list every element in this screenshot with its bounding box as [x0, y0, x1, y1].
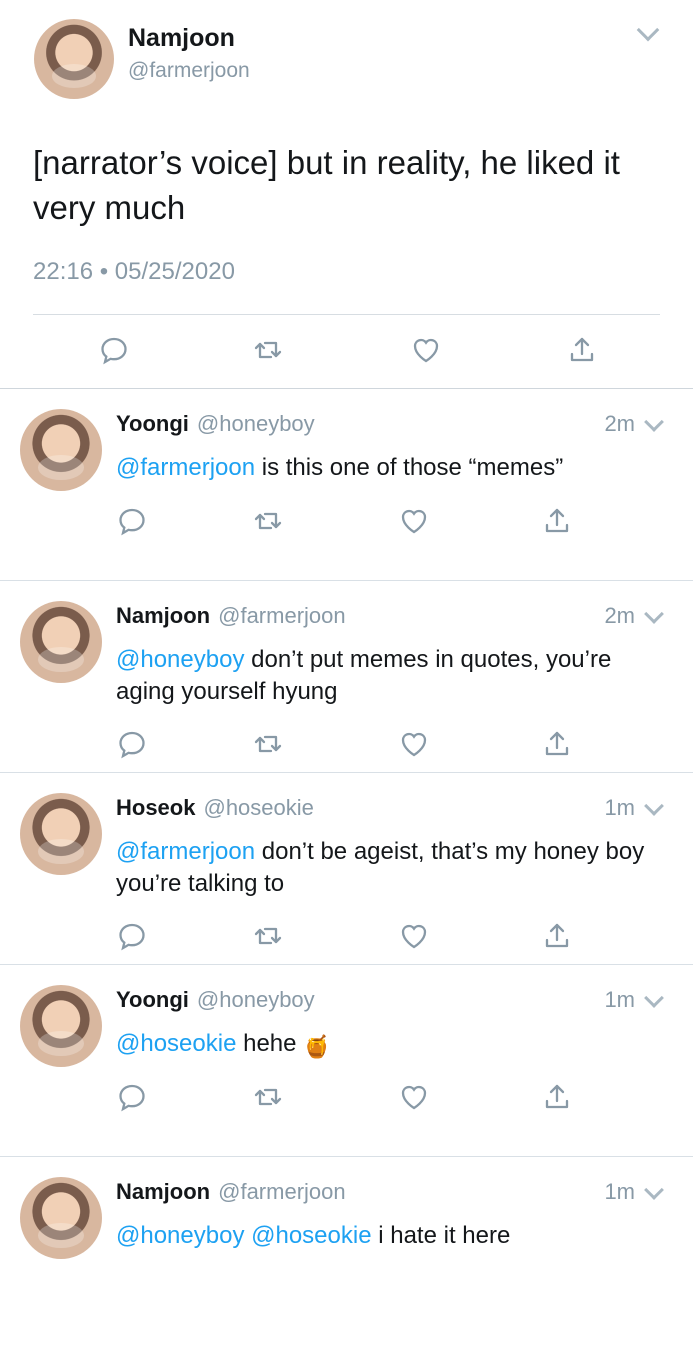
- author-handle[interactable]: @farmerjoon: [128, 59, 250, 83]
- retweet-icon[interactable]: [252, 1081, 284, 1113]
- reply-tweet: Namjoon @farmerjoon 2m @honeyboy don’t pu…: [0, 581, 693, 773]
- author-handle[interactable]: @farmerjoon: [218, 1179, 346, 1204]
- author-name[interactable]: Namjoon: [128, 24, 235, 53]
- reply-header: Yoongi @honeyboy: [116, 411, 315, 437]
- author-handle[interactable]: @honeyboy: [197, 411, 315, 436]
- author-handle[interactable]: @hoseokie: [203, 795, 313, 820]
- reply-icon[interactable]: [98, 334, 130, 366]
- share-icon[interactable]: [541, 728, 573, 760]
- reply-body: is this one of those “memes”: [255, 454, 564, 481]
- mention-link[interactable]: @honeyboy: [116, 1222, 244, 1249]
- avatar[interactable]: [20, 985, 102, 1067]
- author-name[interactable]: Hoseok: [116, 795, 195, 820]
- avatar[interactable]: [34, 19, 114, 99]
- reply-header: Hoseok @hoseokie: [116, 795, 314, 821]
- like-icon[interactable]: [398, 920, 430, 952]
- reply-text: @honeyboy @hoseokie i hate it here: [116, 1220, 676, 1252]
- main-tweet: Namjoon @farmerjoon [narrator’s voice] b…: [0, 0, 693, 389]
- tweet-text: [narrator’s voice] but in reality, he li…: [33, 144, 620, 226]
- chevron-down-icon[interactable]: [644, 1180, 664, 1200]
- like-icon[interactable]: [398, 505, 430, 537]
- avatar[interactable]: [20, 409, 102, 491]
- author-name[interactable]: Namjoon: [116, 1179, 210, 1204]
- mention-link[interactable]: @honeyboy: [116, 646, 244, 673]
- reply-time: 2m: [604, 603, 635, 628]
- reply-icon[interactable]: [116, 920, 148, 952]
- retweet-icon[interactable]: [252, 920, 284, 952]
- reply-tweet: Yoongi @honeyboy 2m @farmerjoon is this o…: [0, 389, 693, 581]
- tweet-timestamp: 22:16 • 05/25/2020: [33, 258, 235, 285]
- like-icon[interactable]: [398, 1081, 430, 1113]
- author-name[interactable]: Yoongi: [116, 411, 189, 436]
- share-icon[interactable]: [541, 1081, 573, 1113]
- honey-pot-icon: 🍯: [303, 1034, 331, 1059]
- tweet-actions: [0, 920, 693, 954]
- reply-time: 1m: [604, 1179, 635, 1204]
- author-name[interactable]: Yoongi: [116, 987, 189, 1012]
- tweet-actions: [0, 334, 693, 368]
- tweet-actions: [0, 1081, 693, 1115]
- reply-icon[interactable]: [116, 1081, 148, 1113]
- mention-link[interactable]: @hoseokie: [251, 1222, 371, 1249]
- mention-link[interactable]: @hoseokie: [116, 1030, 236, 1057]
- author-name[interactable]: Namjoon: [116, 603, 210, 628]
- avatar[interactable]: [20, 1177, 102, 1259]
- chevron-down-icon[interactable]: [636, 18, 660, 42]
- share-icon[interactable]: [566, 334, 598, 366]
- share-icon[interactable]: [541, 505, 573, 537]
- reply-header: Namjoon @farmerjoon: [116, 1179, 346, 1205]
- reply-icon[interactable]: [116, 505, 148, 537]
- mention-link[interactable]: @farmerjoon: [116, 454, 255, 481]
- like-icon[interactable]: [398, 728, 430, 760]
- reply-body: hehe: [236, 1030, 304, 1057]
- reply-icon[interactable]: [116, 728, 148, 760]
- chevron-down-icon[interactable]: [644, 412, 664, 432]
- reply-text: @farmerjoon don’t be ageist, that’s my h…: [116, 836, 676, 900]
- author-handle[interactable]: @honeyboy: [197, 987, 315, 1012]
- reply-body: i hate it here: [371, 1222, 511, 1249]
- mention-link[interactable]: @farmerjoon: [116, 838, 255, 865]
- avatar[interactable]: [20, 601, 102, 683]
- chevron-down-icon[interactable]: [644, 988, 664, 1008]
- reply-tweet: Hoseok @hoseokie 1m @farmerjoon don’t be …: [0, 773, 693, 965]
- reply-header: Namjoon @farmerjoon: [116, 603, 346, 629]
- tweet-actions: [0, 505, 693, 539]
- tweet-actions: [0, 728, 693, 762]
- retweet-icon[interactable]: [252, 505, 284, 537]
- divider: [33, 314, 660, 315]
- reply-header: Yoongi @honeyboy: [116, 987, 315, 1013]
- reply-time: 1m: [604, 795, 635, 820]
- reply-text: @honeyboy don’t put memes in quotes, you…: [116, 644, 676, 708]
- share-icon[interactable]: [541, 920, 573, 952]
- chevron-down-icon[interactable]: [644, 604, 664, 624]
- author-handle[interactable]: @farmerjoon: [218, 603, 346, 628]
- reply-text: @farmerjoon is this one of those “memes”: [116, 452, 676, 484]
- reply-tweet: Namjoon @farmerjoon 1m @honeyboy @hoseoki…: [0, 1157, 693, 1348]
- chevron-down-icon[interactable]: [644, 796, 664, 816]
- retweet-icon[interactable]: [252, 334, 284, 366]
- avatar[interactable]: [20, 793, 102, 875]
- reply-text: @hoseokie hehe 🍯: [116, 1028, 676, 1060]
- reply-tweet: Yoongi @honeyboy 1m @hoseokie hehe 🍯: [0, 965, 693, 1157]
- reply-time: 1m: [604, 987, 635, 1012]
- reply-time: 2m: [604, 411, 635, 436]
- like-icon[interactable]: [410, 334, 442, 366]
- retweet-icon[interactable]: [252, 728, 284, 760]
